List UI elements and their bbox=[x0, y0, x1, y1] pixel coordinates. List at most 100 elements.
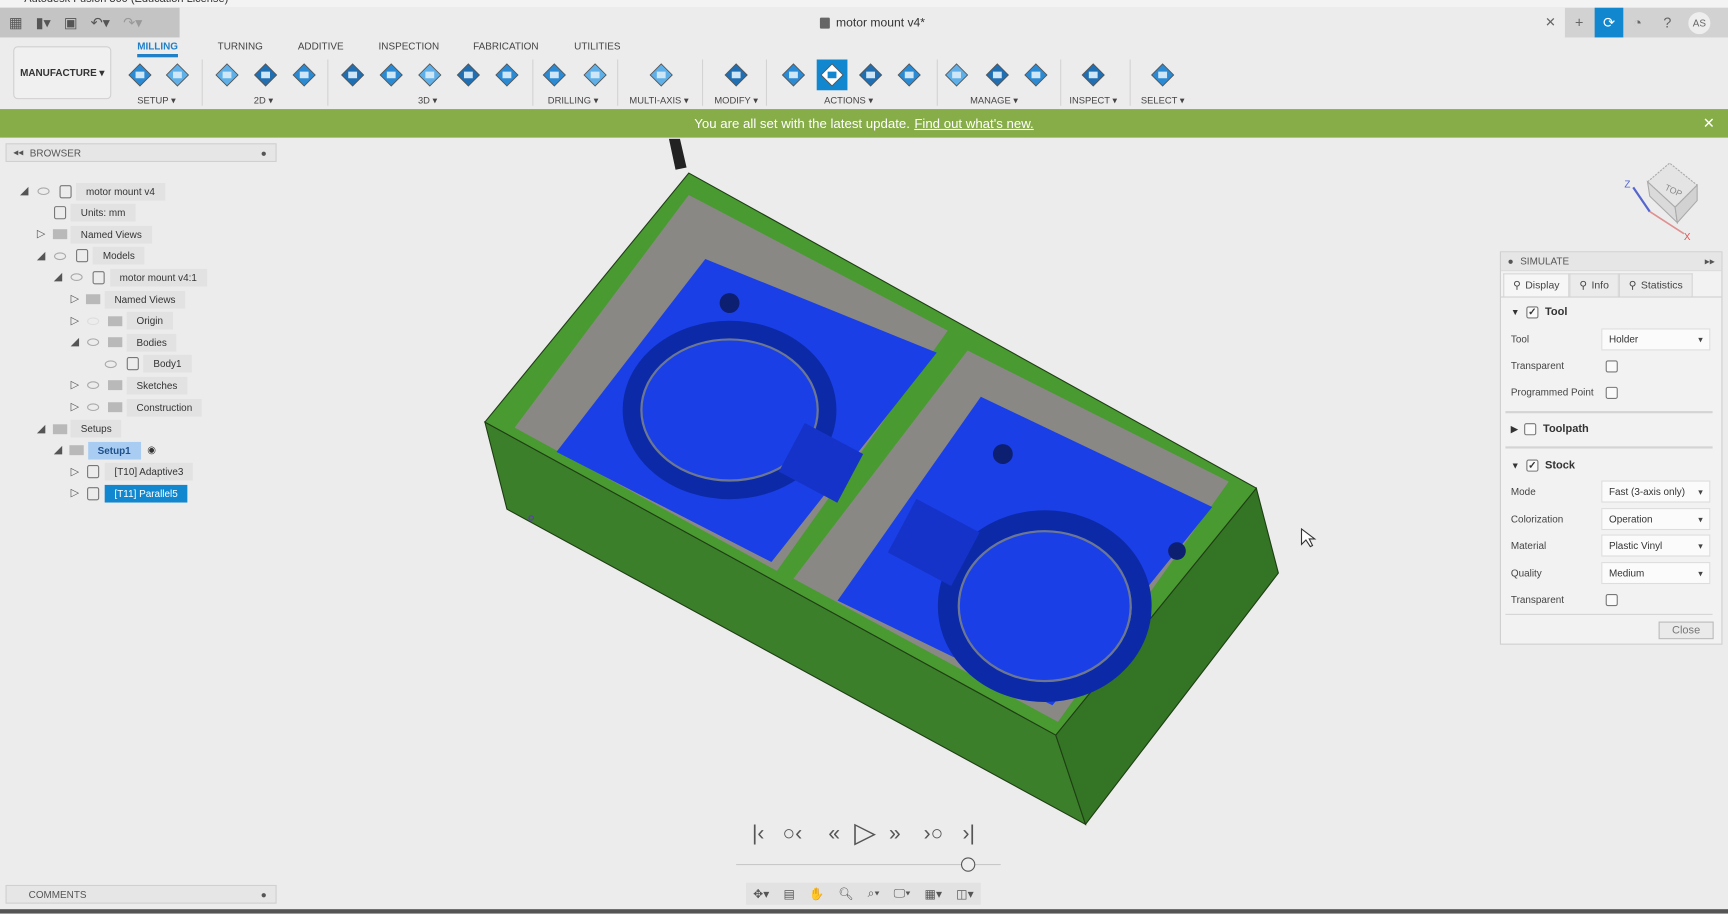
grid-icon[interactable]: ▦ bbox=[9, 14, 23, 32]
pin-icon[interactable]: ● bbox=[261, 147, 267, 158]
mode-dropdown[interactable]: Fast (3-axis only) bbox=[1601, 480, 1711, 503]
stock-transparent-checkbox[interactable] bbox=[1605, 593, 1618, 606]
browser-item[interactable]: Body1 bbox=[84, 355, 192, 374]
ribbon-tab-inspection[interactable]: INSPECTION bbox=[379, 41, 440, 52]
toolpath-checkbox[interactable] bbox=[1524, 422, 1537, 435]
pan-icon[interactable]: ✋ bbox=[809, 887, 824, 901]
ribbon-tab-utilities[interactable]: UTILITIES bbox=[574, 41, 620, 52]
go-to-start-icon[interactable]: |‹ bbox=[752, 822, 764, 846]
ribbon-group-8-label[interactable]: INSPECT ▾ bbox=[1069, 95, 1117, 107]
ribbon-group-2-label[interactable]: 3D ▾ bbox=[418, 95, 437, 107]
ribbon-group-9-label[interactable]: SELECT ▾ bbox=[1141, 95, 1185, 107]
expand-toggle-icon[interactable]: ▷ bbox=[67, 313, 82, 328]
collapse-toggle-icon[interactable]: ◢ bbox=[50, 443, 65, 458]
fit-icon[interactable]: ⌕▾ bbox=[868, 887, 880, 901]
stock-section-header[interactable]: ▼ ✓ Stock bbox=[1511, 453, 1710, 477]
expand-toggle-icon[interactable]: ▷ bbox=[67, 291, 82, 306]
tool-library-icon[interactable] bbox=[941, 60, 972, 91]
tab-info[interactable]: ⚲ Info bbox=[1569, 273, 1619, 297]
hole-recognition-icon[interactable] bbox=[580, 60, 611, 91]
parallel-icon[interactable] bbox=[414, 60, 445, 91]
tab-statistics[interactable]: ⚲ Statistics bbox=[1618, 273, 1693, 297]
canvas-viewport[interactable] bbox=[0, 137, 1728, 910]
pin-icon[interactable]: ● bbox=[1508, 256, 1514, 267]
post-process-icon[interactable] bbox=[855, 60, 886, 91]
previous-operation-icon[interactable]: ○‹ bbox=[783, 822, 803, 846]
browser-item[interactable]: ▷ Sketches bbox=[67, 376, 188, 395]
view-cube[interactable]: TOP Z X bbox=[1620, 154, 1708, 243]
browser-item[interactable]: ◢ motor mount v4:1 bbox=[50, 268, 207, 287]
ribbon-tab-fabrication[interactable]: FABRICATION bbox=[473, 41, 538, 52]
step-forward-icon[interactable]: » bbox=[889, 822, 901, 846]
ribbon-tab-additive[interactable]: ADDITIVE bbox=[298, 41, 344, 52]
redo-icon[interactable]: ↷▾ bbox=[123, 14, 142, 32]
2d-face-icon[interactable] bbox=[289, 60, 320, 91]
grid-icon[interactable]: ▦▾ bbox=[925, 887, 943, 901]
expand-toggle-icon[interactable]: ▷ bbox=[33, 227, 48, 242]
ribbon-group-5-label[interactable]: MODIFY ▾ bbox=[714, 95, 758, 107]
visibility-eye-icon[interactable] bbox=[87, 338, 100, 347]
tool-dropdown[interactable]: Holder bbox=[1601, 328, 1711, 351]
expand-panel-icon[interactable]: ▸▸ bbox=[1705, 255, 1715, 267]
colorization-dropdown[interactable]: Operation bbox=[1601, 508, 1711, 531]
job-status-icon[interactable]: ⟳ bbox=[1594, 7, 1624, 38]
browser-item[interactable]: ▷ Named Views bbox=[67, 290, 186, 309]
step-back-icon[interactable]: « bbox=[828, 822, 840, 846]
simulate-with-machine-icon[interactable] bbox=[816, 59, 848, 91]
active-setup-target-icon[interactable]: ◉ bbox=[141, 444, 163, 456]
browser-item[interactable]: ◢ Setups bbox=[33, 419, 122, 438]
visibility-eye-icon[interactable] bbox=[53, 252, 66, 260]
select-window-icon[interactable] bbox=[1147, 60, 1178, 91]
visibility-eye-icon[interactable] bbox=[87, 381, 100, 390]
browser-item[interactable]: Units: mm bbox=[33, 203, 136, 222]
expand-toggle-icon[interactable]: ▷ bbox=[67, 486, 82, 501]
browser-item[interactable]: ▷ [T10] Adaptive3 bbox=[67, 463, 194, 482]
collapse-toggle-icon[interactable]: ◢ bbox=[33, 421, 48, 436]
quality-dropdown[interactable]: Medium bbox=[1601, 562, 1711, 585]
browser-item[interactable]: ◢ Models bbox=[33, 247, 145, 266]
zoom-icon[interactable]: 🔍︎ bbox=[838, 887, 853, 901]
go-to-end-icon[interactable]: ›| bbox=[962, 822, 974, 846]
tool-transparent-checkbox[interactable] bbox=[1605, 359, 1618, 372]
programmed-point-checkbox[interactable] bbox=[1605, 386, 1618, 399]
tool-section-header[interactable]: ▼ ✓ Tool bbox=[1511, 300, 1710, 324]
visibility-eye-icon[interactable] bbox=[36, 187, 50, 196]
post-library-icon[interactable] bbox=[1020, 60, 1051, 91]
ribbon-group-7-label[interactable]: MANAGE ▾ bbox=[970, 95, 1018, 107]
ribbon-group-4-label[interactable]: MULTI-AXIS ▾ bbox=[629, 95, 688, 107]
expand-toggle-icon[interactable]: ▷ bbox=[67, 464, 82, 479]
new-folder-setup-icon[interactable] bbox=[125, 60, 156, 91]
close-button[interactable]: Close bbox=[1658, 621, 1714, 640]
multi-axis-icon[interactable] bbox=[646, 60, 677, 91]
visibility-eye-icon[interactable] bbox=[104, 360, 117, 368]
material-dropdown[interactable]: Plastic Vinyl bbox=[1601, 534, 1711, 557]
close-banner-icon[interactable]: ✕ bbox=[1703, 115, 1715, 133]
setup-sheet-icon[interactable] bbox=[894, 60, 925, 91]
ribbon-group-6-label[interactable]: ACTIONS ▾ bbox=[824, 95, 873, 107]
ribbon-group-3-label[interactable]: DRILLING ▾ bbox=[548, 95, 599, 107]
collapse-toggle-icon[interactable]: ◢ bbox=[17, 183, 32, 198]
nc-program-icon[interactable] bbox=[162, 60, 193, 91]
visibility-eye-icon[interactable] bbox=[70, 273, 83, 282]
collapse-toggle-icon[interactable]: ◢ bbox=[33, 248, 48, 263]
visibility-eye-icon[interactable] bbox=[87, 403, 100, 412]
next-operation-icon[interactable]: ›○ bbox=[924, 822, 944, 846]
expand-toggle-icon[interactable]: ▷ bbox=[67, 399, 82, 414]
save-icon[interactable]: ▣ bbox=[64, 14, 78, 32]
clock-icon[interactable]: ◔ bbox=[1623, 8, 1652, 38]
contour-icon[interactable] bbox=[453, 60, 484, 91]
3d-adaptive-icon[interactable] bbox=[337, 60, 368, 91]
stock-checkbox[interactable]: ✓ bbox=[1526, 458, 1539, 472]
collapse-panel-icon[interactable]: ◂◂ bbox=[13, 147, 23, 159]
browser-item[interactable]: ▷ [T11] Parallel5 bbox=[67, 484, 188, 503]
toolpath-section-header[interactable]: ▶ Toolpath bbox=[1511, 417, 1710, 441]
browser-item[interactable]: ◢ motor mount v4 bbox=[17, 182, 165, 201]
undo-icon[interactable]: ↶▾ bbox=[91, 14, 110, 32]
orbit-icon[interactable]: ✥▾ bbox=[753, 887, 769, 901]
help-icon[interactable]: ? bbox=[1653, 8, 1682, 38]
collapse-toggle-icon[interactable]: ◢ bbox=[67, 335, 82, 350]
browser-item[interactable]: ◢ Bodies bbox=[67, 333, 177, 352]
tab-display[interactable]: ⚲ Display bbox=[1503, 273, 1570, 297]
workspace-button[interactable]: MANUFACTURE ▾ bbox=[13, 46, 112, 100]
visibility-eye-icon[interactable] bbox=[87, 316, 100, 325]
